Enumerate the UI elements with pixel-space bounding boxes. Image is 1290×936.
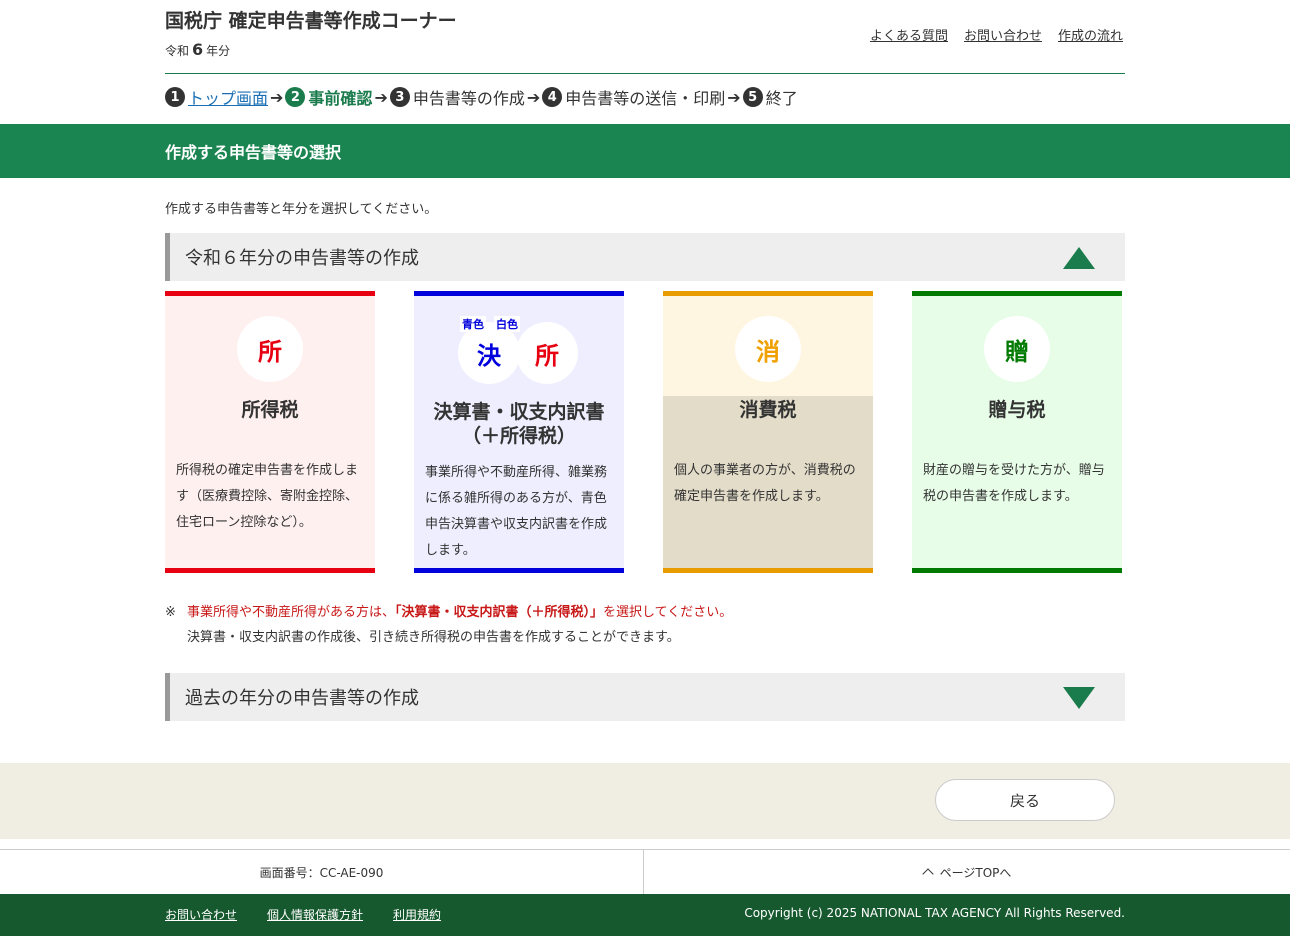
card-title-line1: 決算書・収支内訳書 [433, 401, 605, 423]
year-number: 6 [192, 40, 204, 59]
note-line1-post: を選択してください。 [603, 605, 733, 620]
back-button-area: 戻る [0, 763, 1290, 839]
card-description: 個人の事業者の方が、消費税の確定申告書を作成します。 [674, 463, 856, 504]
footer-terms-link[interactable]: 利用規約 [393, 906, 441, 923]
year-prefix: 令和 [165, 44, 190, 58]
step-create: 3 申告書等の作成 [389, 85, 525, 109]
gift-tax-icon: 贈 [984, 316, 1050, 382]
consumption-tax-card[interactable]: 消 消費税 個人の事業者の方が、消費税の確定申告書を作成します。 [663, 291, 873, 573]
card-description: 財産の贈与を受けた方が、贈与税の申告書を作成します。 [923, 463, 1105, 504]
card-title-line2: （＋所得税） [461, 425, 576, 447]
past-year-section-header[interactable]: 過去の年分の申告書等の作成 [165, 673, 1125, 721]
page-title: 作成する申告書等の選択 [165, 143, 342, 162]
note-mark: ※ [165, 605, 176, 620]
card-title: 決算書・収支内訳書 （＋所得税） [414, 400, 624, 448]
step-label[interactable]: トップ画面 [188, 85, 268, 109]
step-top[interactable]: 1 トップ画面 [165, 85, 268, 109]
card-title: 贈与税 [988, 399, 1046, 421]
expand-triangle-icon[interactable] [1063, 687, 1095, 709]
step-number: 3 [389, 87, 410, 107]
step-pre-check: 2 事前確認 [285, 85, 372, 109]
back-button[interactable]: 戻る [935, 779, 1115, 821]
site-title: 国税庁 確定申告書等作成コーナー [165, 10, 457, 32]
card-title: 消費税 [739, 399, 797, 421]
consumption-tax-icon: 消 [735, 316, 801, 382]
income-tax-icon: 所 [516, 322, 578, 384]
note-line-1: 事業所得や不動産所得がある方は、「決算書・収支内訳書（＋所得税）」を選択してくだ… [165, 600, 732, 625]
footer-contact-link[interactable]: お問い合わせ [165, 906, 237, 923]
tax-year-label: 令和 6 年分 [165, 40, 230, 59]
page-top-link[interactable]: ページTOPへ [645, 850, 1290, 894]
section-title: 令和６年分の申告書等の作成 [185, 248, 419, 269]
settlement-card[interactable]: 決 所 青色 白色 決算書・収支内訳書 （＋所得税） 事業所得や不動産所得、雑業… [414, 291, 624, 573]
faq-link[interactable]: よくある質問 [870, 25, 948, 44]
contact-link[interactable]: お問い合わせ [964, 25, 1042, 44]
gift-tax-card[interactable]: 贈 贈与税 財産の贈与を受けた方が、贈与税の申告書を作成します。 [912, 291, 1122, 573]
selection-note: ※ 事業所得や不動産所得がある方は、「決算書・収支内訳書（＋所得税）」を選択して… [165, 600, 732, 650]
collapse-triangle-icon[interactable] [1063, 247, 1095, 269]
step-number: 1 [165, 87, 185, 107]
screen-id: 画面番号：CC-AE-090 [0, 850, 644, 894]
step-number: 5 [742, 87, 763, 107]
chevron-up-icon [921, 868, 934, 880]
year-suffix: 年分 [206, 44, 231, 58]
step-label: 事前確認 [308, 89, 373, 108]
arrow-right-icon: ➔ [526, 87, 541, 107]
current-year-section-header[interactable]: 令和６年分の申告書等の作成 [165, 233, 1125, 281]
footer-privacy-link[interactable]: 個人情報保護方針 [267, 906, 363, 923]
card-description: 所得税の確定申告書を作成します（医療費控除、寄附金控除、住宅ローン控除など）。 [176, 463, 359, 530]
step-send-print: 4 申告書等の送信・印刷 [542, 85, 725, 109]
page-title-bar: 作成する申告書等の選択 [0, 124, 1290, 178]
step-finish: 5 終了 [742, 85, 798, 109]
arrow-right-icon: ➔ [727, 87, 741, 107]
blue-tag: 青色 [460, 316, 486, 332]
card-title: 所得税 [241, 399, 299, 421]
section-title: 過去の年分の申告書等の作成 [185, 688, 419, 709]
income-tax-icon: 所 [237, 316, 303, 382]
note-line-2: 決算書・収支内訳書の作成後、引き続き所得税の申告書を作成することができます。 [187, 630, 680, 645]
income-tax-card[interactable]: 所 所得税 所得税の確定申告書を作成します（医療費控除、寄附金控除、住宅ローン控… [165, 291, 375, 573]
step-number: 2 [285, 87, 306, 107]
header-links: よくある質問 お問い合わせ 作成の流れ [870, 25, 1123, 44]
step-number: 4 [542, 87, 563, 107]
white-tag: 白色 [494, 316, 520, 332]
step-label: 申告書等の送信・印刷 [565, 89, 726, 108]
progress-steps: 1 トップ画面 ➔ 2 事前確認 ➔ 3 申告書等の作成 ➔ 4 申告書等の送信… [165, 86, 798, 108]
site-header: 国税庁 確定申告書等作成コーナー 令和 6 年分 よくある質問 お問い合わせ 作成の… [165, 0, 1125, 74]
page-top-label: ページTOPへ [939, 865, 1012, 880]
step-label: 申告書等の作成 [412, 89, 525, 108]
step-label: 終了 [765, 89, 798, 108]
note-line1-bold: 「決算書・収支内訳書（＋所得税）」 [395, 605, 604, 620]
footer-links: お問い合わせ 個人情報保護方針 利用規約 [165, 906, 441, 923]
copyright: Copyright (c) 2025 NATIONAL TAX AGENCY A… [744, 906, 1125, 920]
card-description: 事業所得や不動産所得、雑業務に係る雑所得のある方が、青色申告決算書や収支内訳書を… [425, 465, 608, 558]
arrow-right-icon: ➔ [270, 87, 284, 107]
flow-link[interactable]: 作成の流れ [1058, 25, 1123, 44]
site-footer: お問い合わせ 個人情報保護方針 利用規約 Copyright (c) 2025 … [0, 894, 1290, 936]
note-line1-pre: 事業所得や不動産所得がある方は、 [187, 605, 396, 620]
arrow-right-icon: ➔ [374, 87, 388, 107]
info-row: 画面番号：CC-AE-090 ページTOPへ [0, 849, 1290, 894]
instruction-text: 作成する申告書等と年分を選択してください。 [165, 202, 438, 217]
